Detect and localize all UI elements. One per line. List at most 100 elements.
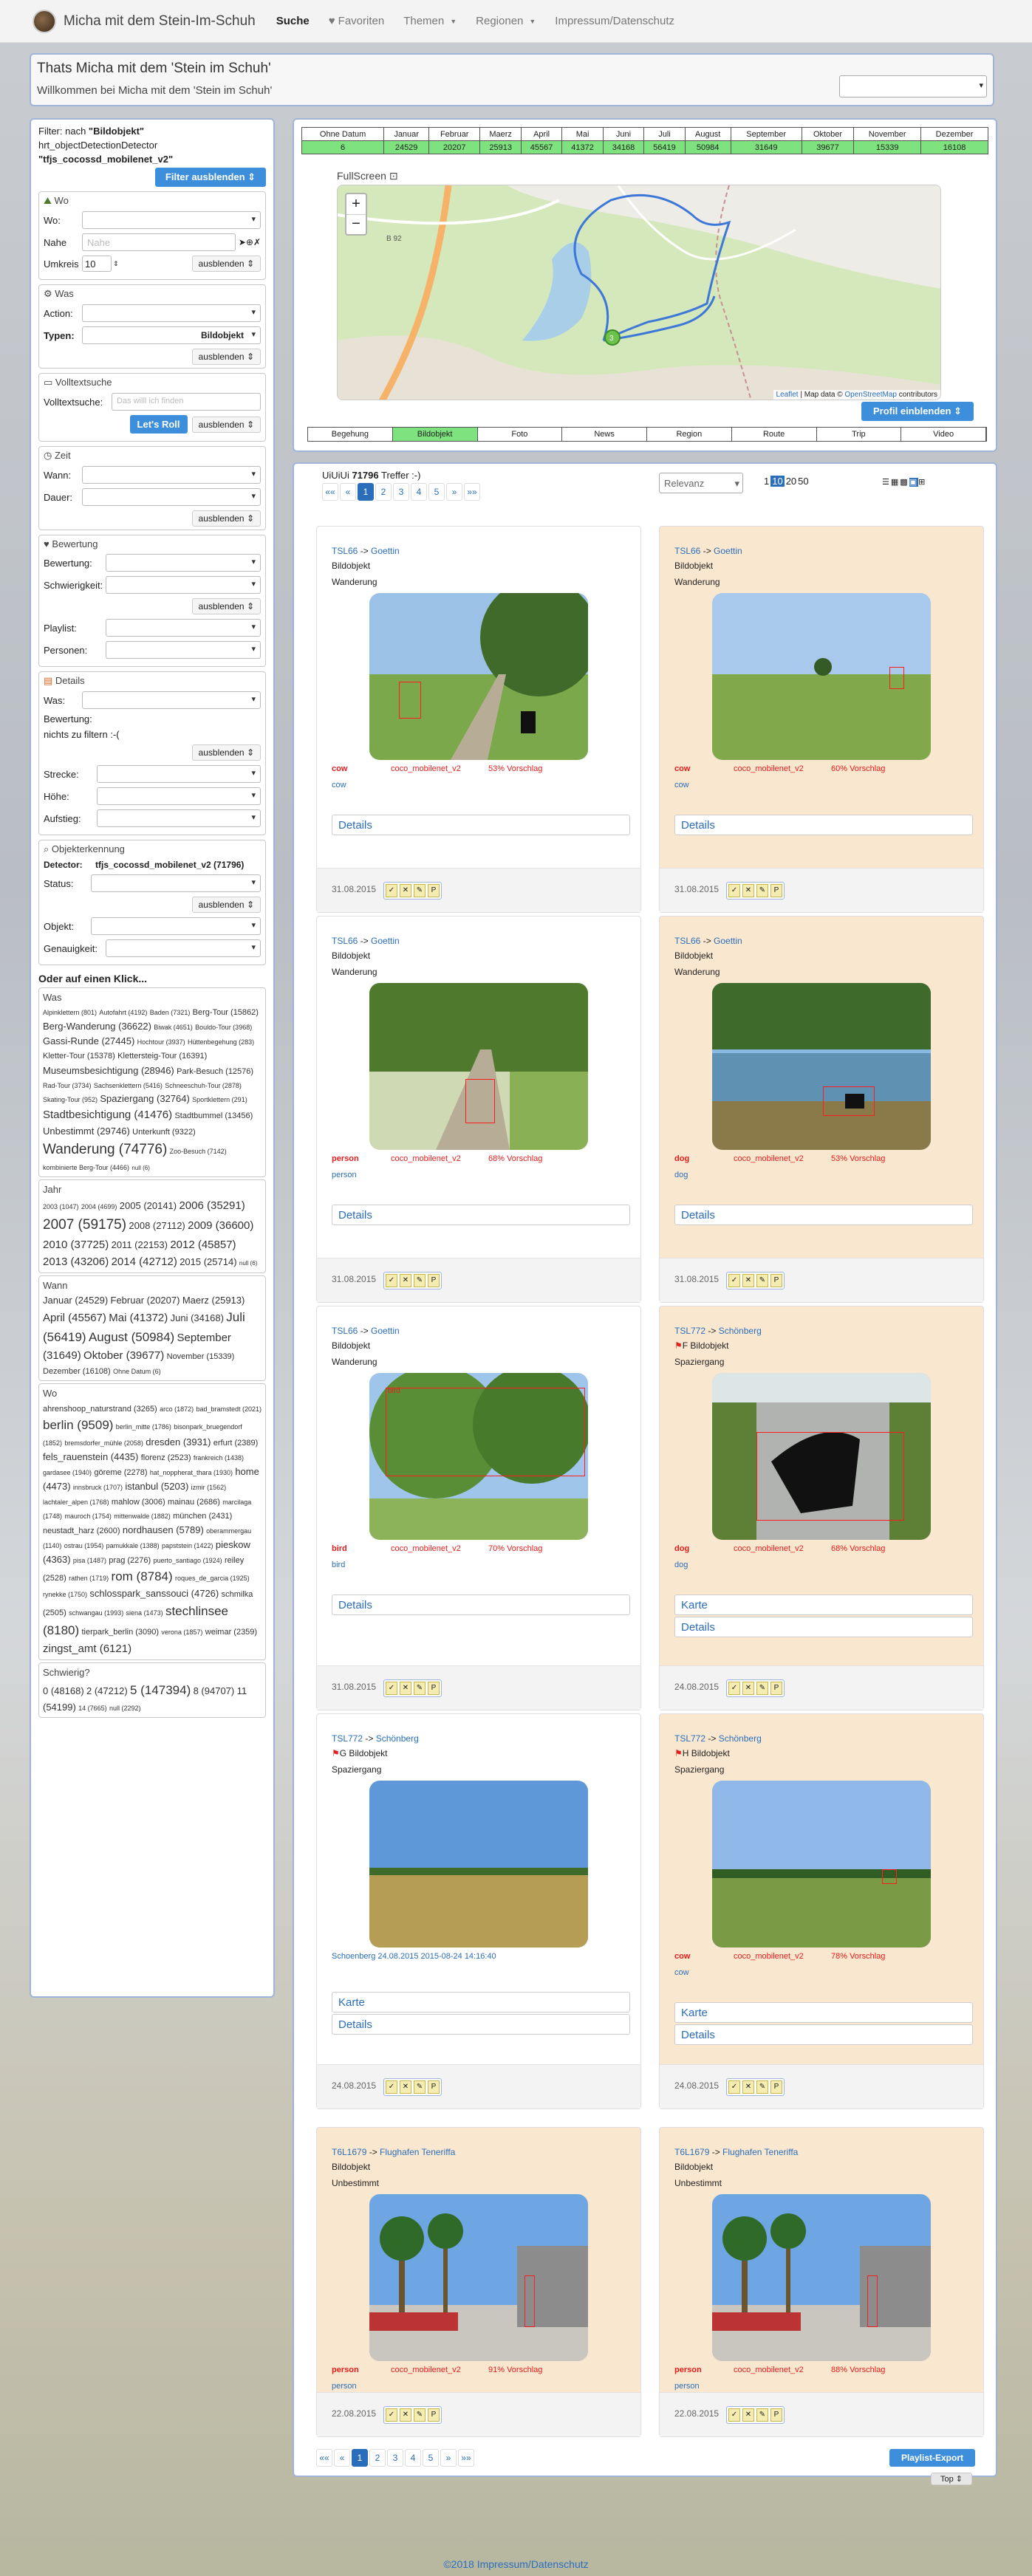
- tag-link[interactable]: neustadt_harz (2600): [43, 1527, 120, 1535]
- nav-suche[interactable]: Suche: [276, 15, 310, 27]
- tag-link[interactable]: Museumsbesichtigung (28946): [43, 1065, 174, 1076]
- tag-link[interactable]: Oktober (39677): [83, 1349, 164, 1362]
- locate-icon[interactable]: ➤⊕✗: [239, 237, 261, 247]
- list-view-icon[interactable]: ☰: [882, 478, 891, 487]
- tag-link[interactable]: istanbul (5203): [125, 1481, 188, 1492]
- tag-link[interactable]: 2006 (35291): [179, 1199, 245, 1212]
- result-photo[interactable]: [369, 983, 588, 1150]
- page-link[interactable]: 4: [411, 483, 427, 501]
- details-button[interactable]: Details: [674, 1205, 973, 1225]
- tab-video[interactable]: Video: [901, 428, 986, 441]
- bewertung-select[interactable]: [106, 554, 261, 572]
- typen-select[interactable]: Bildobjekt: [82, 326, 261, 344]
- page-link[interactable]: 2: [375, 483, 392, 501]
- details-was-select[interactable]: [82, 691, 261, 709]
- month-count[interactable]: 50984: [684, 140, 731, 154]
- cross-icon[interactable]: ✕: [400, 2080, 411, 2094]
- karte-button[interactable]: Karte: [674, 1594, 973, 1615]
- details-ausblenden-button[interactable]: ausblenden ⇕: [191, 744, 261, 761]
- tab-trip[interactable]: Trip: [817, 428, 902, 441]
- trip-link[interactable]: TSL66: [674, 936, 700, 946]
- tag-link[interactable]: Berg-Tour (15862): [193, 1008, 259, 1017]
- tag-link[interactable]: null (2292): [109, 1705, 141, 1712]
- tag-link[interactable]: 8 (94707): [194, 1685, 235, 1696]
- page-link[interactable]: 3: [387, 2449, 403, 2467]
- page-link[interactable]: «: [340, 483, 356, 501]
- location-link[interactable]: Goettin: [371, 1326, 400, 1336]
- check-icon[interactable]: ✓: [386, 1682, 397, 1695]
- per-page-option[interactable]: 20: [786, 476, 796, 487]
- month-header[interactable]: Juni: [602, 127, 645, 141]
- tag-link[interactable]: siena (1473): [126, 1609, 163, 1617]
- tag-link[interactable]: null (6): [131, 1165, 149, 1171]
- page-link[interactable]: «: [334, 2449, 350, 2467]
- edit-icon[interactable]: ✎: [756, 1274, 768, 1287]
- check-icon[interactable]: ✓: [728, 1682, 740, 1695]
- month-count[interactable]: 56419: [643, 140, 686, 154]
- trip-link[interactable]: TSL66: [674, 546, 700, 556]
- location-link[interactable]: Schönberg: [376, 1733, 419, 1744]
- tab-route[interactable]: Route: [732, 428, 817, 441]
- playlist-icon[interactable]: P: [428, 1274, 440, 1287]
- osm-link[interactable]: OpenStreetMap: [844, 391, 897, 399]
- page-link[interactable]: »»: [464, 483, 480, 501]
- tag-link[interactable]: Ohne Datum (6): [113, 1368, 161, 1375]
- tag-link[interactable]: Park-Besuch (12576): [177, 1067, 253, 1076]
- page-link[interactable]: »»: [458, 2449, 474, 2467]
- month-count[interactable]: 20207: [428, 140, 481, 154]
- tag-link[interactable]: Baden (7321): [150, 1009, 191, 1016]
- tag-link[interactable]: Juni (34168): [171, 1312, 224, 1323]
- tag-link[interactable]: Schneeschuh-Tour (2878): [165, 1082, 242, 1089]
- objekt-ausblenden-button[interactable]: ausblenden ⇕: [191, 897, 261, 913]
- per-page-option[interactable]: 10: [770, 476, 785, 487]
- check-icon[interactable]: ✓: [728, 2080, 740, 2094]
- ausblenden-label[interactable]: ausblenden: [199, 419, 245, 430]
- tag-link[interactable]: August (50984): [89, 1330, 174, 1344]
- top-button[interactable]: Top ⇕: [931, 2473, 973, 2485]
- location-link[interactable]: Goettin: [371, 546, 400, 556]
- trip-link[interactable]: TSL772: [332, 1733, 363, 1744]
- ausblenden-label[interactable]: ausblenden: [199, 601, 245, 612]
- month-count[interactable]: 31649: [730, 140, 802, 154]
- edit-icon[interactable]: ✎: [414, 2408, 426, 2422]
- tag-link[interactable]: Kletter-Tour (15378): [43, 1052, 115, 1061]
- playlist-icon[interactable]: P: [428, 884, 440, 897]
- tab-news[interactable]: News: [562, 428, 647, 441]
- trip-link[interactable]: TSL66: [332, 1326, 358, 1336]
- lets-roll-button[interactable]: Let's Roll: [129, 415, 188, 434]
- cross-icon[interactable]: ✕: [742, 884, 754, 897]
- object-link[interactable]: person: [674, 2382, 700, 2391]
- tag-link[interactable]: kombinierte Berg-Tour (4466): [43, 1164, 129, 1171]
- month-header[interactable]: Januar: [383, 127, 430, 141]
- tag-link[interactable]: hat_noppherat_thara (1930): [150, 1469, 233, 1476]
- tag-link[interactable]: Mai (41372): [109, 1312, 168, 1324]
- tag-link[interactable]: rom (8784): [112, 1569, 173, 1583]
- tag-link[interactable]: papststein (1422): [162, 1542, 213, 1549]
- tab-foto[interactable]: Foto: [478, 428, 563, 441]
- tag-link[interactable]: Sachsenklettern (5416): [94, 1082, 163, 1089]
- hoehe-select[interactable]: [97, 787, 261, 805]
- month-count[interactable]: 45567: [520, 140, 563, 154]
- top-label[interactable]: Top: [940, 2475, 954, 2484]
- tag-link[interactable]: Spaziergang (32764): [100, 1093, 189, 1104]
- result-photo[interactable]: [712, 1781, 931, 1948]
- page-link[interactable]: ««: [316, 2449, 332, 2467]
- per-page-option[interactable]: 1: [764, 476, 769, 487]
- page-link[interactable]: »: [446, 483, 462, 501]
- genauigkeit-select[interactable]: [106, 939, 261, 957]
- tag-link[interactable]: göreme (2278): [94, 1468, 147, 1477]
- tab-bildobjekt[interactable]: Bildobjekt: [392, 428, 478, 441]
- trip-link[interactable]: T6L1679: [674, 2147, 709, 2157]
- trip-link[interactable]: T6L1679: [332, 2147, 366, 2157]
- tag-link[interactable]: Stadtbesichtigung (41476): [43, 1109, 172, 1121]
- location-link[interactable]: Flughafen Teneriffa: [722, 2147, 798, 2157]
- tag-link[interactable]: weimar (2359): [205, 1628, 257, 1637]
- tag-link[interactable]: mauroch (1754): [64, 1513, 112, 1520]
- playlist-icon[interactable]: P: [770, 2080, 782, 2094]
- object-link[interactable]: person: [332, 1171, 357, 1179]
- strecke-select[interactable]: [97, 765, 261, 783]
- tag-link[interactable]: pisa (1487): [73, 1557, 106, 1564]
- tag-link[interactable]: dresden (3931): [146, 1436, 211, 1448]
- tag-link[interactable]: 2014 (42712): [112, 1256, 177, 1268]
- month-count[interactable]: 39677: [801, 140, 855, 154]
